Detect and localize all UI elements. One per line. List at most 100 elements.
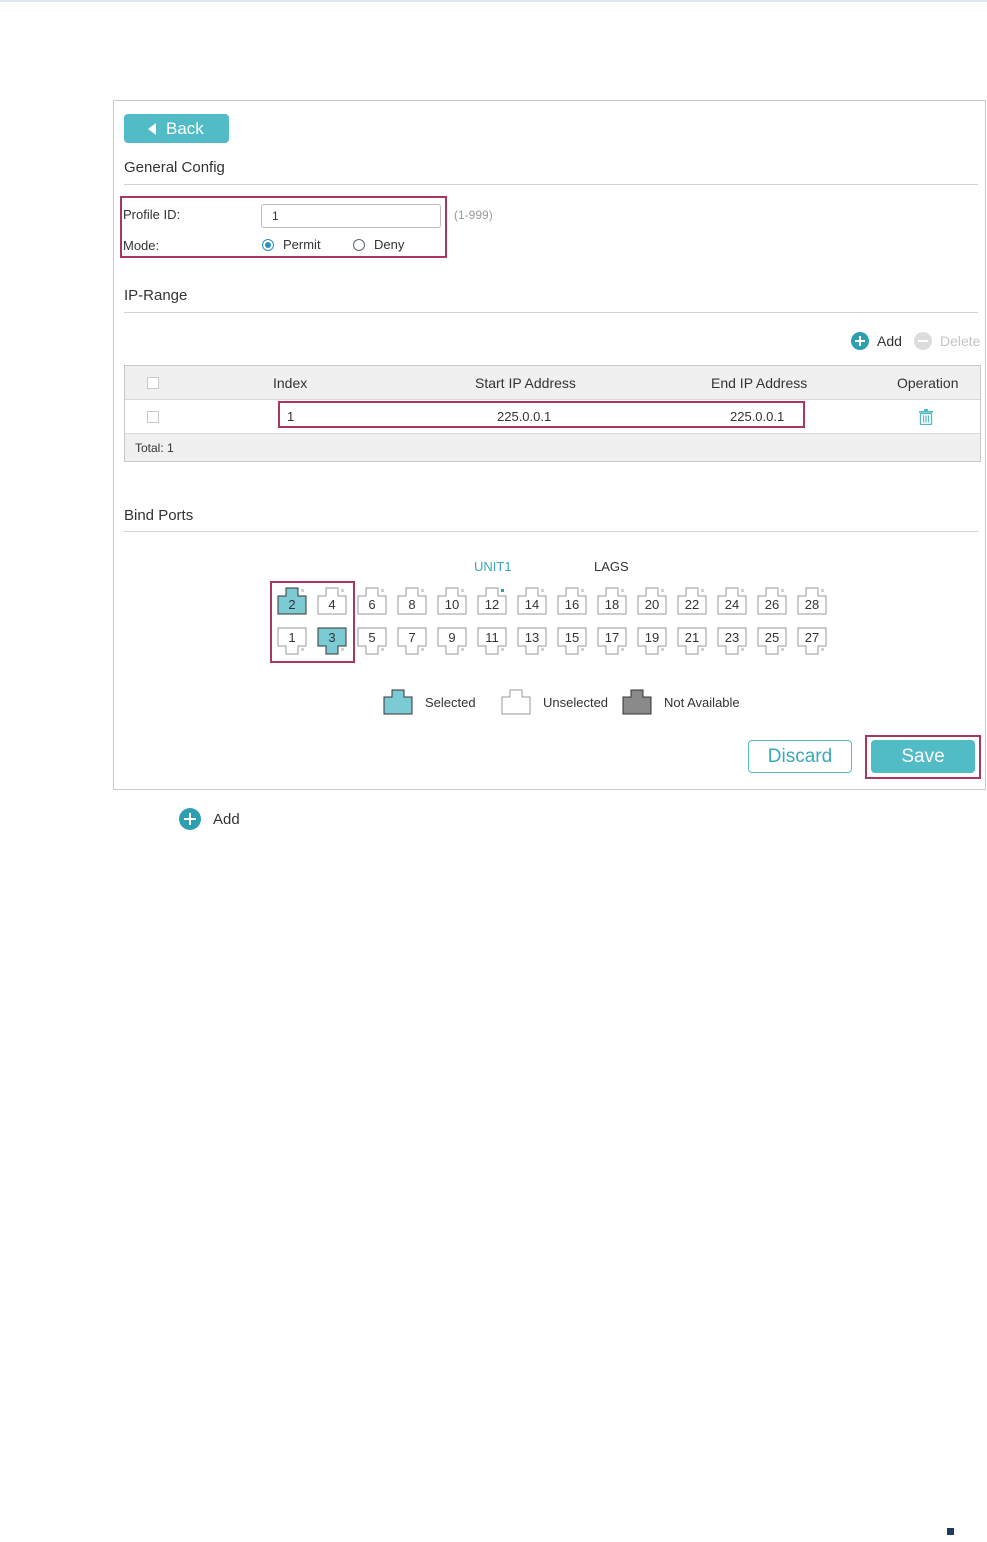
- ip-range-divider: [124, 312, 978, 313]
- tab-unit1[interactable]: UNIT1: [474, 559, 512, 574]
- port-5[interactable]: 5: [357, 627, 387, 655]
- mode-label: Mode:: [123, 238, 160, 253]
- port-21[interactable]: 21: [677, 627, 707, 655]
- port-number: 22: [684, 597, 700, 612]
- delete-range-button[interactable]: Delete: [914, 332, 980, 350]
- port-number: 15: [564, 630, 580, 645]
- mode-radio-permit[interactable]: Permit: [262, 237, 321, 252]
- port-24[interactable]: 24: [717, 587, 747, 615]
- ip-range-title: IP-Range: [124, 287, 188, 304]
- port-4[interactable]: 4: [317, 587, 347, 615]
- row-checkbox[interactable]: [147, 410, 159, 423]
- port-18[interactable]: 18: [597, 587, 627, 615]
- port-25[interactable]: 25: [757, 627, 787, 655]
- profile-id-label: Profile ID:: [123, 207, 181, 222]
- table-footer: Total: 1: [125, 434, 980, 461]
- legend-unselected: Unselected: [501, 689, 608, 715]
- port-1[interactable]: 1: [277, 627, 307, 655]
- profile-id-hint: (1-999): [454, 208, 493, 222]
- port-number: 16: [564, 597, 580, 612]
- row-index: 1: [287, 409, 295, 424]
- back-button[interactable]: Back: [124, 114, 229, 143]
- add-range-button[interactable]: Add: [851, 332, 902, 350]
- port-11[interactable]: 11: [477, 627, 507, 655]
- column-header-index: Index: [273, 374, 308, 391]
- port-number: 19: [644, 630, 660, 645]
- mode-deny-label: Deny: [374, 237, 405, 252]
- port-number: 9: [448, 630, 456, 645]
- select-all-checkbox[interactable]: [147, 376, 159, 389]
- port-12[interactable]: 12: [477, 587, 507, 615]
- bind-ports-divider: [124, 531, 978, 532]
- port-27[interactable]: 27: [797, 627, 827, 655]
- port-number: 13: [524, 630, 540, 645]
- port-3[interactable]: 3: [317, 627, 347, 655]
- legend-not-available-label: Not Available: [664, 694, 740, 710]
- trash-icon: [919, 408, 933, 425]
- add-circle-icon: [179, 808, 201, 830]
- port-number: 6: [368, 597, 376, 612]
- radio-checked-icon: [262, 238, 274, 251]
- tab-lags[interactable]: LAGS: [594, 559, 629, 574]
- add-range-label: Add: [877, 333, 902, 349]
- port-number: 23: [724, 630, 740, 645]
- port-10[interactable]: 10: [437, 587, 467, 615]
- bind-ports-title: Bind Ports: [124, 507, 194, 524]
- port-19[interactable]: 19: [637, 627, 667, 655]
- port-22[interactable]: 22: [677, 587, 707, 615]
- port-number: 18: [604, 597, 620, 612]
- selected-port-icon: [383, 689, 413, 715]
- port-14[interactable]: 14: [517, 587, 547, 615]
- page-corner-mark: [947, 1528, 954, 1535]
- profile-config-panel: Back General Config Profile ID: (1-999) …: [113, 100, 986, 790]
- general-config-divider: [124, 184, 978, 185]
- port-number: 17: [604, 630, 620, 645]
- port-23[interactable]: 23: [717, 627, 747, 655]
- port-number: 25: [764, 630, 780, 645]
- port-number: 5: [368, 630, 376, 645]
- port-number: 2: [288, 597, 296, 612]
- unselected-port-icon: [501, 689, 531, 715]
- port-6[interactable]: 6: [357, 587, 387, 615]
- general-config-title: General Config: [124, 159, 225, 176]
- delete-row-button[interactable]: [919, 400, 933, 433]
- footer-add-button[interactable]: Add: [179, 808, 240, 830]
- port-7[interactable]: 7: [397, 627, 427, 655]
- port-number: 8: [408, 597, 416, 612]
- row-start-ip: 225.0.0.1: [497, 409, 552, 424]
- port-number: 12: [484, 597, 500, 612]
- table-header-row: Index Start IP Address End IP Address Op…: [125, 366, 980, 400]
- port-number: 14: [524, 597, 540, 612]
- port-2[interactable]: 2: [277, 587, 307, 615]
- mode-permit-label: Permit: [283, 237, 321, 252]
- column-header-start-ip: Start IP Address: [475, 374, 576, 391]
- port-number: 28: [804, 597, 820, 612]
- port-number: 21: [684, 630, 700, 645]
- port-13[interactable]: 13: [517, 627, 547, 655]
- legend-selected-label: Selected: [425, 694, 476, 710]
- port-9[interactable]: 9: [437, 627, 467, 655]
- mode-radio-deny[interactable]: Deny: [353, 237, 404, 252]
- add-circle-icon: [851, 332, 869, 350]
- column-header-end-ip: End IP Address: [711, 374, 808, 391]
- port-28[interactable]: 28: [797, 587, 827, 615]
- profile-id-input[interactable]: [261, 204, 441, 228]
- radio-unchecked-icon: [353, 238, 365, 251]
- discard-button[interactable]: Discard: [748, 740, 852, 773]
- back-arrow-icon: [148, 122, 156, 135]
- save-button[interactable]: Save: [871, 740, 975, 773]
- port-16[interactable]: 16: [557, 587, 587, 615]
- table-total: Total: 1: [135, 440, 174, 455]
- delete-circle-icon: [914, 332, 932, 350]
- port-number: 26: [764, 597, 780, 612]
- port-number: 3: [328, 630, 336, 645]
- port-8[interactable]: 8: [397, 587, 427, 615]
- port-20[interactable]: 20: [637, 587, 667, 615]
- port-17[interactable]: 17: [597, 627, 627, 655]
- column-header-operation: Operation: [897, 374, 959, 391]
- legend-not-available: Not Available: [622, 689, 740, 715]
- port-number: 1: [288, 630, 296, 645]
- footer-add-label: Add: [213, 810, 240, 828]
- port-26[interactable]: 26: [757, 587, 787, 615]
- port-15[interactable]: 15: [557, 627, 587, 655]
